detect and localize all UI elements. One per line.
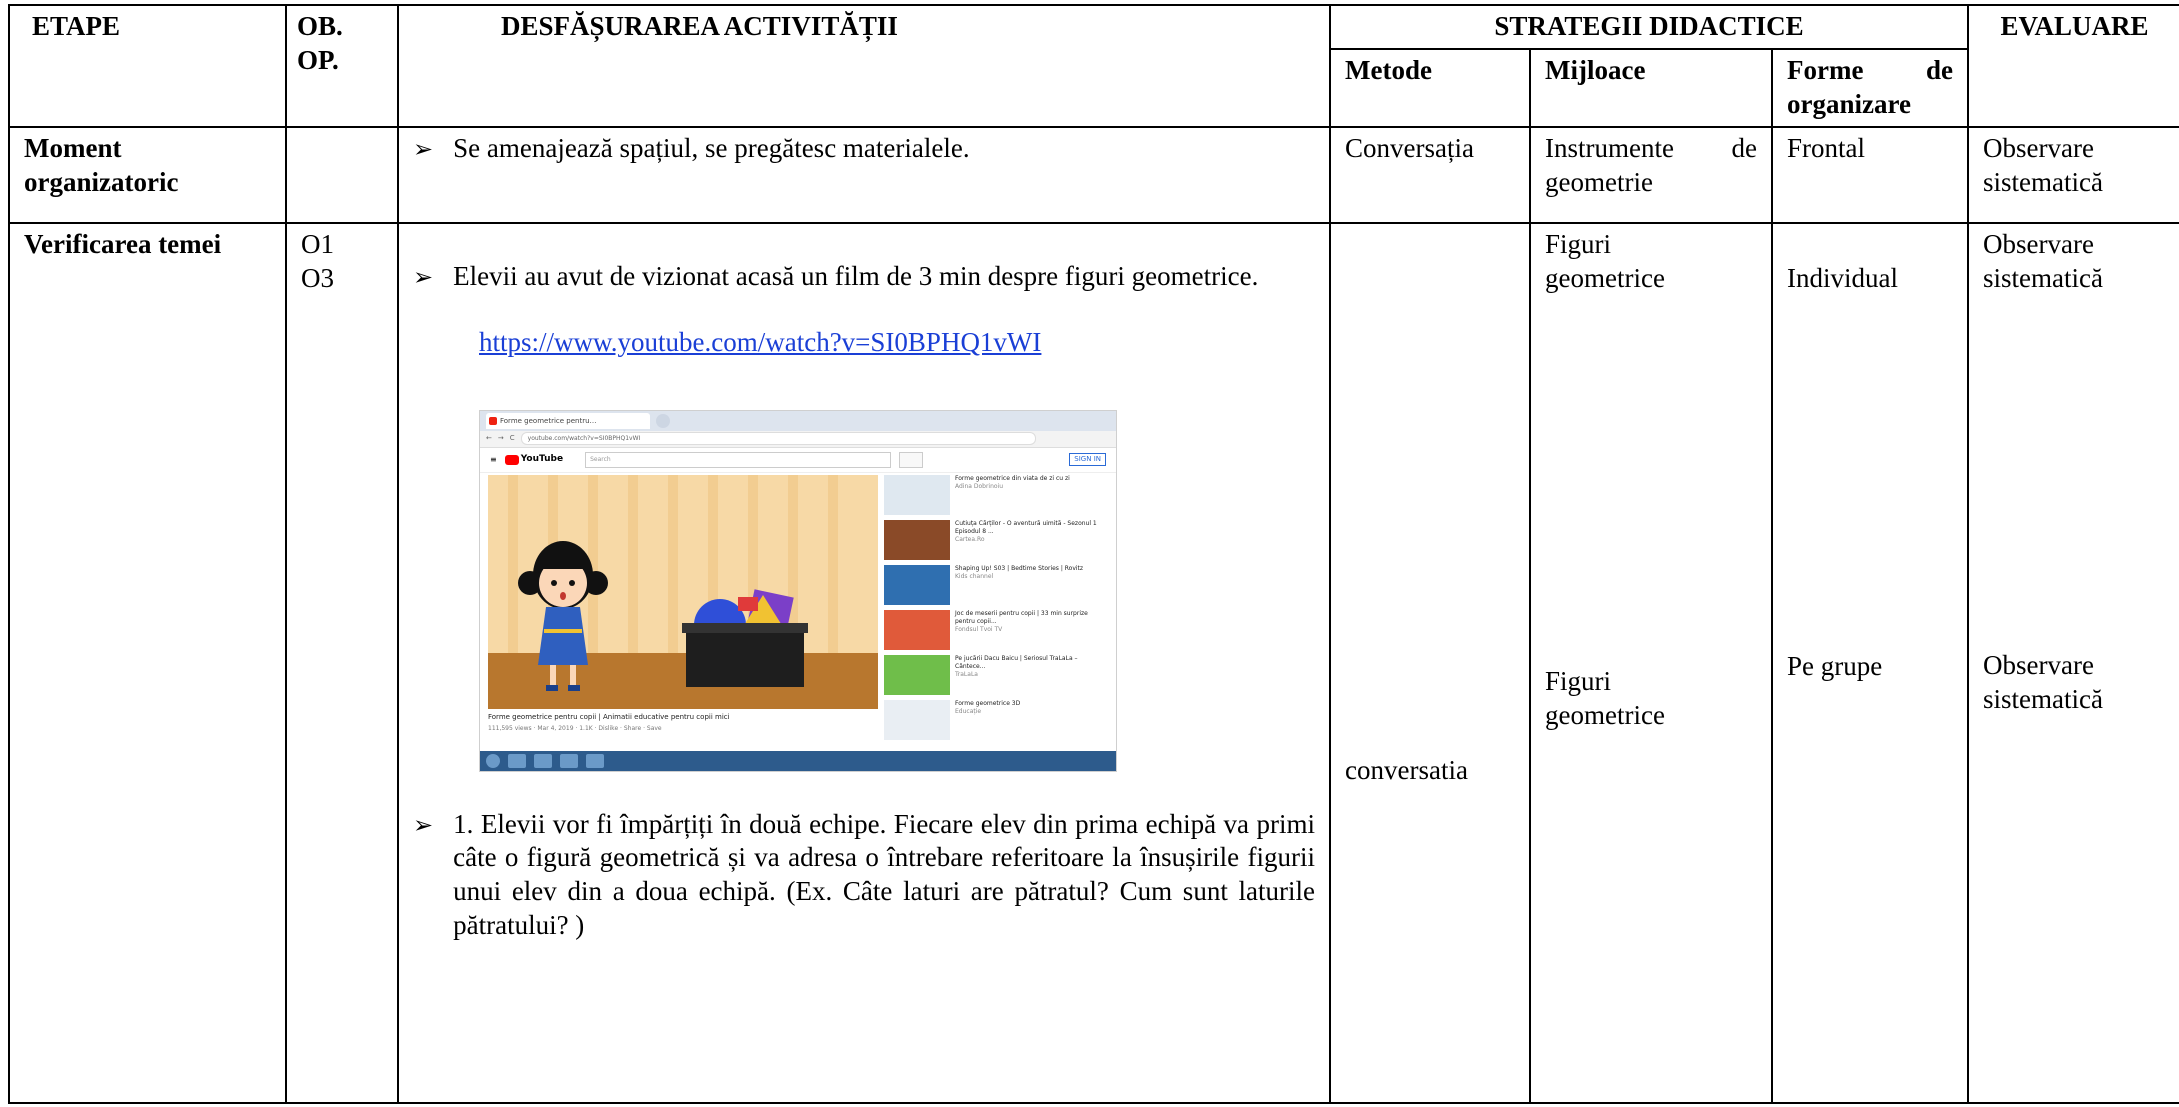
- video-title: Forme geometrice pentru copii | Animatii…: [488, 712, 730, 721]
- video-meta: 111,595 views · Mar 4, 2019 · 1.1K · Dis…: [488, 724, 662, 732]
- lesson-plan-table: ETAPE OB. OP. DESFĂȘURAREA ACTIVITĂȚII ST…: [8, 4, 2179, 1104]
- recommendation-thumbnail: [884, 654, 950, 695]
- start-icon: [486, 753, 500, 768]
- recommendations-list: Forme geometrice din viata de zi cu zi Ad…: [884, 474, 1104, 745]
- list-item: Pe jucării Dacu Baicu | Seriosul TraLaLa…: [884, 654, 1104, 697]
- taskbar-app-icon: [586, 753, 604, 768]
- youtube-logo: YouTube: [504, 454, 563, 465]
- arrow-bullet-icon: ➢: [413, 810, 434, 839]
- reload-icon: C: [509, 434, 515, 443]
- etapa-cell: Moment organizatoric: [8, 125, 287, 224]
- arrow-bullet-icon: ➢: [413, 262, 434, 291]
- header-mijloace: Mijloace: [1529, 47, 1773, 128]
- youtube-link[interactable]: https://www.youtube.com/watch?v=SI0BPHQ1…: [479, 327, 1041, 357]
- header-forme: Forme de organizare: [1771, 47, 1969, 128]
- evaluare-cell: Observare sistematică: [1967, 125, 2179, 224]
- new-tab-icon: [656, 413, 670, 428]
- recommendation-thumbnail: [884, 474, 950, 515]
- back-icon: ←: [486, 434, 492, 443]
- browser-tabbar: Forme geometrice pentru…: [480, 410, 1116, 431]
- ob-cell: O1 O3: [285, 221, 399, 1104]
- menu-icon: ≡: [490, 454, 497, 464]
- video-screenshot: Forme geometrice pentru… ← → C youtube.c…: [479, 409, 1117, 772]
- header-desfasurare: DESFĂȘURAREA ACTIVITĂȚII: [397, 4, 1331, 128]
- mijloace-cell: Instrumente de geometrie: [1529, 125, 1773, 224]
- sign-in-button: SIGN IN: [1069, 453, 1106, 466]
- list-item: Forme geometrice 3D Educație: [884, 699, 1104, 742]
- windows-taskbar: [480, 750, 1116, 771]
- header-strategii: STRATEGII DIDACTICE: [1329, 4, 1969, 50]
- search-icon: [899, 451, 924, 468]
- activitate-cell: ➢ Elevii au avut de vizionat acasă un fil…: [397, 221, 1331, 1104]
- etapa-cell: Verificarea temei: [8, 221, 287, 1104]
- header-row-1: ETAPE OB. OP. DESFĂȘURAREA ACTIVITĂȚII ST…: [8, 4, 2179, 128]
- taskbar-app-icon: [560, 753, 578, 768]
- forme-cell: Frontal: [1771, 125, 1969, 224]
- taskbar-app-icon: [508, 753, 526, 768]
- list-item: Shaping Up! S03 | Bedtime Stories | Rovi…: [884, 564, 1104, 607]
- mijloace-cell: Figuri geometrice Figuri geometrice: [1529, 221, 1773, 1104]
- address-bar: youtube.com/watch?v=SI0BPHQ1vWI: [520, 432, 1036, 445]
- evaluare-cell: Observare sistematică Observare sistematic…: [1967, 221, 2179, 1104]
- forward-icon: →: [497, 434, 504, 443]
- list-item: Joc de meserii pentru copii | 33 min sur…: [884, 609, 1104, 652]
- header-ob-op: OB. OP.: [285, 4, 399, 128]
- recommendation-thumbnail: [884, 564, 950, 605]
- metode-cell: conversatia: [1329, 221, 1531, 1104]
- table-row: Moment organizatoric ➢ Se amenajează spați…: [8, 125, 2179, 224]
- youtube-header: ≡ YouTube Search SIGN IN: [480, 448, 1116, 473]
- list-item: Cutiuța Cărților - O aventură uimită - S…: [884, 519, 1104, 562]
- browser-tab: Forme geometrice pentru…: [486, 412, 650, 429]
- youtube-search: Search: [585, 451, 892, 468]
- cartoon-girl-illustration: [518, 540, 808, 691]
- activitate-cell: ➢ Se amenajează spațiul, se pregătesc mat…: [397, 125, 1331, 224]
- ob-cell: [285, 125, 399, 224]
- metode-cell: Conversația: [1329, 125, 1531, 224]
- recommendation-thumbnail: [884, 699, 950, 740]
- forme-cell: Individual Pe grupe: [1771, 221, 1969, 1104]
- header-metode: Metode: [1329, 47, 1531, 128]
- arrow-bullet-icon: ➢: [413, 134, 434, 163]
- header-evaluare: EVALUARE: [1967, 4, 2179, 128]
- video-frame: [488, 474, 878, 709]
- recommendation-thumbnail: [884, 609, 950, 650]
- header-etape: ETAPE: [8, 4, 287, 128]
- list-item: Forme geometrice din viata de zi cu zi Ad…: [884, 474, 1104, 517]
- recommendation-thumbnail: [884, 519, 950, 560]
- browser-address-row: ← → C youtube.com/watch?v=SI0BPHQ1vWI: [480, 430, 1116, 448]
- table-row: Verificarea temei O1 O3 ➢ Elevii au avut d…: [8, 221, 2179, 1104]
- taskbar-app-icon: [534, 753, 552, 768]
